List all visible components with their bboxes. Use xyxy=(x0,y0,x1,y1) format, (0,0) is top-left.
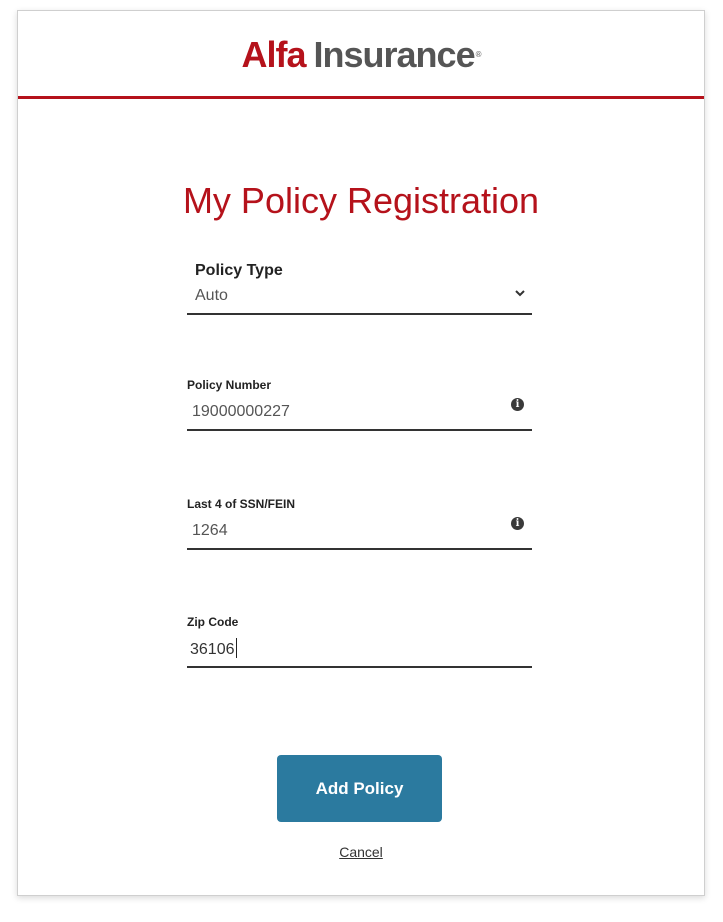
zip-label: Zip Code xyxy=(187,615,239,629)
zip-value: 36106 xyxy=(190,641,235,658)
logo-brand: Alfa xyxy=(241,34,307,75)
policy-type-selected: Auto xyxy=(195,287,228,304)
zip-field: Zip Code 36106 xyxy=(187,614,532,668)
ssn-field: Last 4 of SSN/FEIN 1264 i xyxy=(187,496,532,550)
policy-number-label: Policy Number xyxy=(187,378,272,392)
ssn-label: Last 4 of SSN/FEIN xyxy=(187,497,296,511)
cancel-link[interactable]: Cancel xyxy=(18,844,704,860)
header: Alfa Insurance® xyxy=(18,11,704,99)
zip-input[interactable]: 36106 xyxy=(187,634,532,668)
policy-number-input[interactable]: 19000000227 i xyxy=(187,397,532,431)
ssn-input[interactable]: 1264 i xyxy=(187,516,532,550)
chevron-down-icon xyxy=(515,290,525,297)
registration-card: Alfa Insurance® My Policy Registration Po… xyxy=(17,10,705,896)
info-icon[interactable]: i xyxy=(511,517,524,530)
add-policy-button[interactable]: Add Policy xyxy=(277,755,442,822)
policy-number-field: Policy Number 19000000227 i xyxy=(187,377,532,431)
info-icon[interactable]: i xyxy=(511,398,524,411)
policy-type-field: Policy Type Auto xyxy=(187,261,532,315)
ssn-value: 1264 xyxy=(192,522,228,539)
policy-number-value: 19000000227 xyxy=(192,403,290,420)
page-title: My Policy Registration xyxy=(182,180,540,221)
alfa-insurance-logo: Alfa Insurance® xyxy=(18,35,704,75)
registered-mark: ® xyxy=(475,50,482,59)
text-cursor xyxy=(235,638,237,658)
logo-word: Insurance xyxy=(313,34,476,75)
zip-value-wrap: 36106 xyxy=(190,638,237,661)
policy-type-label: Policy Type xyxy=(195,262,283,279)
policy-type-select[interactable]: Auto xyxy=(187,283,532,315)
